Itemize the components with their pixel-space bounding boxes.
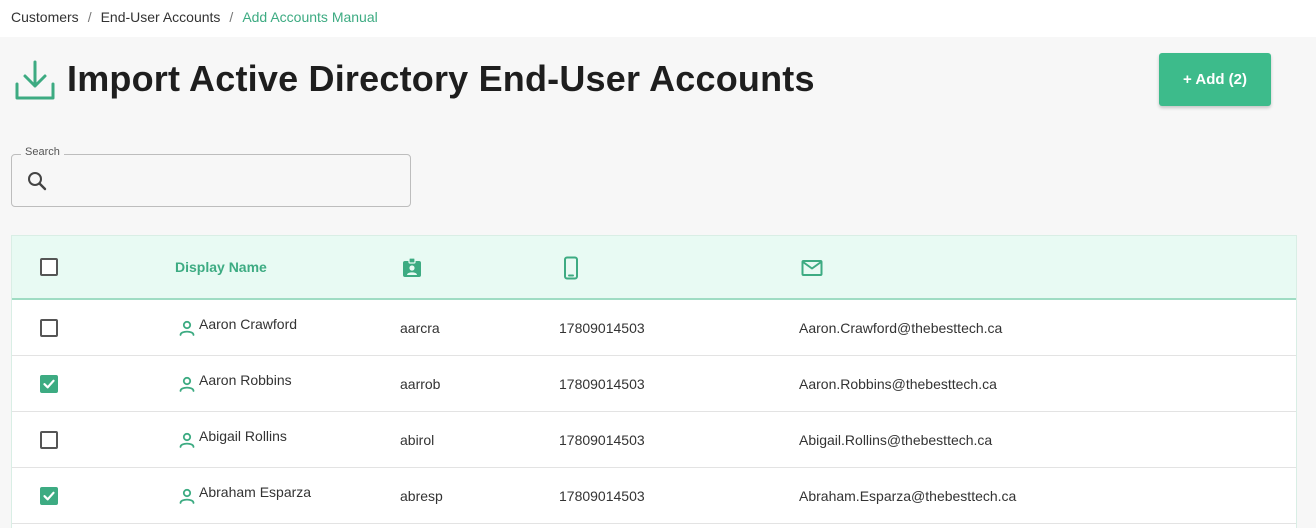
search-icon	[28, 172, 47, 191]
breadcrumb: Customers / End-User Accounts / Add Acco…	[11, 9, 378, 25]
accounts-table: Display Name Aaron Crawford aarcra 1780901…	[11, 235, 1297, 528]
row-checkbox[interactable]	[40, 487, 58, 505]
display-name-cell: Aaron Robbins	[199, 372, 292, 388]
column-header-display-name[interactable]: Display Name	[175, 259, 267, 275]
display-name-cell: Abigail Rollins	[199, 428, 287, 444]
contact-badge-icon	[403, 257, 421, 277]
user-icon	[179, 320, 195, 336]
username-cell: aarrob	[400, 376, 441, 392]
display-name-cell: Abraham Esparza	[199, 484, 312, 500]
search-field[interactable]: Search	[11, 146, 411, 207]
search-input[interactable]	[56, 165, 396, 197]
top-bar: Customers / End-User Accounts / Add Acco…	[0, 0, 1316, 37]
phone-cell: 17809014503	[559, 376, 645, 392]
user-icon	[179, 488, 195, 504]
phone-cell: 17809014503	[559, 488, 645, 504]
check-icon	[43, 491, 55, 501]
display-name-cell: Aaron Crawford	[199, 316, 298, 332]
breadcrumb-separator: /	[229, 9, 234, 25]
table-header: Display Name	[12, 236, 1296, 300]
email-cell: Aaron.Robbins@thebesttech.ca	[799, 376, 997, 392]
phone-cell: 17809014503	[559, 320, 645, 336]
breadcrumb-customers[interactable]: Customers	[11, 9, 79, 25]
table-row[interactable]: Aaron Robbins aarrob 17809014503 Aaron.Robb…	[12, 356, 1296, 412]
check-icon	[43, 379, 55, 389]
email-cell: Abigail.Rollins@thebesttech.ca	[799, 432, 993, 448]
select-all-checkbox[interactable]	[40, 258, 58, 276]
breadcrumb-add-accounts-manual: Add Accounts Manual	[242, 9, 378, 25]
breadcrumb-separator: /	[87, 9, 92, 25]
table-row[interactable]: Abigail Rollins abirol 17809014503 Abigail.…	[12, 412, 1296, 468]
breadcrumb-end-user-accounts[interactable]: End-User Accounts	[101, 9, 221, 25]
user-icon	[179, 376, 195, 392]
username-cell: abirol	[400, 432, 435, 448]
phone-cell: 17809014503	[559, 432, 645, 448]
table-row[interactable]: Aaron Crawford aarcra 17809014503 Aaron.Cra…	[12, 300, 1296, 356]
download-icon	[15, 60, 55, 100]
search-label: Search	[21, 146, 64, 158]
table-row[interactable]: Abraham Esparza abresp 17809014503 Abraham.…	[12, 468, 1296, 524]
row-checkbox[interactable]	[40, 431, 58, 449]
user-icon	[179, 432, 195, 448]
add-button[interactable]: + Add (2)	[1159, 53, 1271, 106]
envelope-icon	[801, 260, 823, 276]
row-checkbox[interactable]	[40, 375, 58, 393]
mobile-phone-icon	[564, 256, 578, 280]
page-title: Import Active Directory End-User Account…	[67, 58, 815, 99]
email-cell: Abraham.Esparza@thebesttech.ca	[799, 488, 1017, 504]
email-cell: Aaron.Crawford@thebesttech.ca	[799, 320, 1003, 336]
username-cell: abresp	[400, 488, 443, 504]
username-cell: aarcra	[400, 320, 440, 336]
row-checkbox[interactable]	[40, 319, 58, 337]
